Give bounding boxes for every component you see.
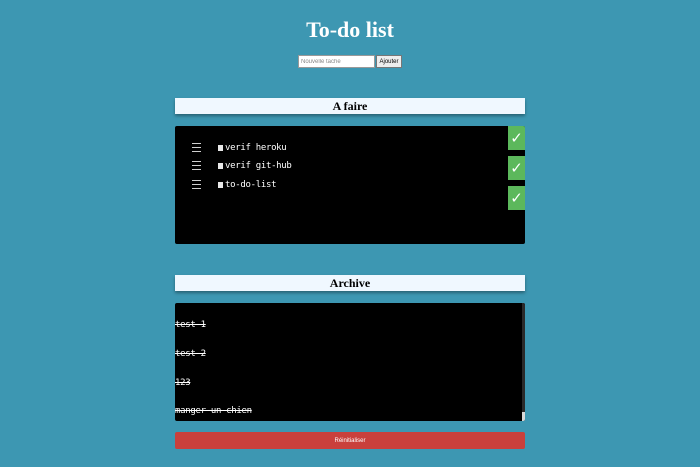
checkbox-icon[interactable] (218, 182, 223, 188)
todo-item[interactable]: verif heroku (175, 140, 525, 156)
archive-item: manger un chien (175, 406, 252, 416)
archive-item: test 2 (175, 349, 206, 359)
add-task-form: Ajouter (298, 55, 402, 68)
archive-list: test 1 test 2 123 manger un chien (175, 303, 525, 421)
check-icon[interactable]: ✓ (508, 186, 525, 210)
drag-handle-icon[interactable] (192, 143, 201, 152)
todo-item-label: verif heroku (225, 143, 287, 153)
todo-item[interactable]: to-do-list (175, 177, 525, 193)
archive-item: 123 (175, 378, 191, 388)
drag-handle-icon[interactable] (192, 161, 201, 170)
check-icon[interactable]: ✓ (508, 126, 525, 150)
add-button[interactable]: Ajouter (376, 55, 402, 68)
reset-button[interactable]: Réinitialiser (175, 432, 525, 449)
archive-item: test 1 (175, 320, 206, 330)
todo-item-label: to-do-list (225, 180, 277, 190)
archive-section-header: Archive (175, 275, 525, 291)
todo-item-label: verif git-hub (225, 161, 292, 171)
todo-list: verif heroku verif git-hub to-do-list ✓ … (175, 126, 525, 244)
scrollbar-thumb[interactable] (522, 412, 525, 421)
new-task-input[interactable] (298, 55, 375, 68)
checkbox-icon[interactable] (218, 145, 223, 151)
todo-section-header: A faire (175, 98, 525, 114)
checkbox-icon[interactable] (218, 163, 223, 169)
drag-handle-icon[interactable] (192, 180, 201, 189)
page-title: To-do list (306, 17, 394, 42)
check-icon[interactable]: ✓ (508, 156, 525, 180)
archive-scrollbar[interactable] (522, 303, 525, 421)
todo-item[interactable]: verif git-hub (175, 158, 525, 174)
